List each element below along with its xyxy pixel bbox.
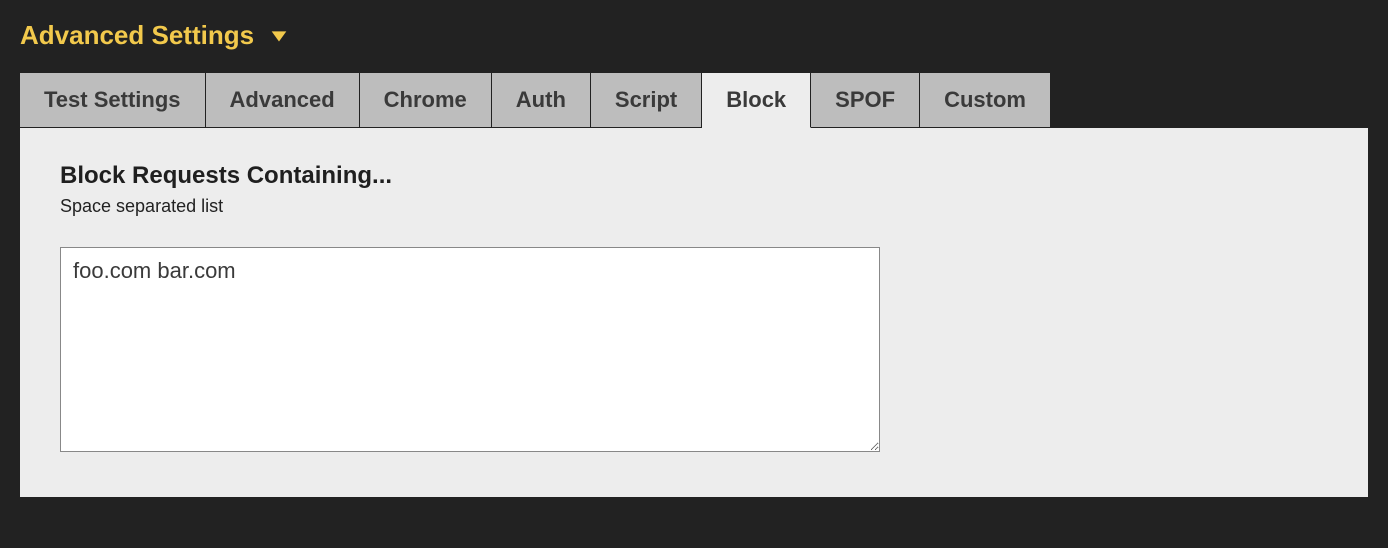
settings-tabs: Test Settings Advanced Chrome Auth Scrip…	[20, 73, 1368, 128]
tab-test-settings[interactable]: Test Settings	[20, 73, 206, 128]
block-panel-heading: Block Requests Containing...	[60, 162, 1328, 190]
advanced-settings-title: Advanced Settings	[20, 20, 254, 51]
tab-auth[interactable]: Auth	[492, 73, 591, 128]
tab-advanced[interactable]: Advanced	[206, 73, 360, 128]
tab-chrome[interactable]: Chrome	[360, 73, 492, 128]
tab-spof[interactable]: SPOF	[811, 73, 920, 128]
tab-custom[interactable]: Custom	[920, 73, 1051, 128]
advanced-settings-toggle[interactable]: Advanced Settings	[20, 20, 290, 51]
block-requests-input[interactable]	[60, 247, 880, 452]
block-panel: Block Requests Containing... Space separ…	[20, 128, 1368, 497]
tab-block[interactable]: Block	[702, 73, 811, 128]
block-panel-subheading: Space separated list	[60, 196, 1328, 217]
caret-down-icon	[268, 25, 290, 47]
tab-script[interactable]: Script	[591, 73, 702, 128]
